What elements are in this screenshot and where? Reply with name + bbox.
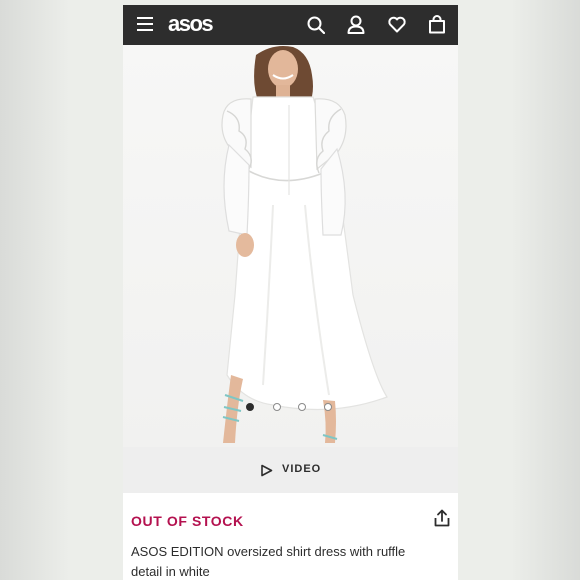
- share-icon[interactable]: [434, 509, 450, 532]
- menu-icon[interactable]: [137, 17, 153, 31]
- product-info: OUT OF STOCK ASOS EDITION oversized shir…: [123, 493, 458, 580]
- product-title: ASOS EDITION oversized shirt dress with …: [131, 544, 406, 579]
- video-button[interactable]: VIDEO: [123, 447, 458, 493]
- gallery-dot[interactable]: [324, 403, 332, 411]
- product-page: asos VIDEO OUT OF STOCK ASOS EDITION ove…: [123, 5, 458, 580]
- heart-icon[interactable]: [388, 16, 406, 38]
- bag-icon[interactable]: [428, 15, 446, 39]
- gallery-dot[interactable]: [273, 403, 281, 411]
- gallery-dot[interactable]: [246, 403, 254, 411]
- brand-logo[interactable]: asos: [168, 11, 214, 37]
- search-icon[interactable]: [307, 16, 326, 39]
- product-image: [221, 46, 388, 443]
- video-label: VIDEO: [282, 463, 322, 475]
- gallery-pagination: [246, 403, 338, 413]
- stock-status: OUT OF STOCK: [131, 513, 244, 529]
- gallery-dot[interactable]: [298, 403, 306, 411]
- top-nav-bar: asos: [123, 5, 458, 45]
- product-image-gallery[interactable]: [123, 45, 458, 447]
- play-icon: [260, 464, 273, 482]
- account-icon[interactable]: [347, 15, 365, 39]
